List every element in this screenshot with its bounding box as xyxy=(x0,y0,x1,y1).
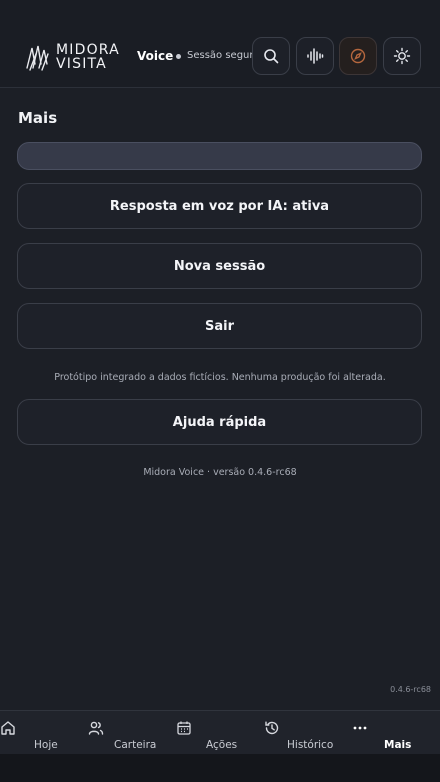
build-tag: 0.4.6-rc68 xyxy=(390,685,431,694)
waveform-icon xyxy=(307,48,324,64)
nav-item-carteira[interactable]: Carteira xyxy=(80,711,160,755)
midora-visita-logo[interactable]: MIDORA VISITA xyxy=(24,40,124,74)
new-session-button[interactable]: Nova sessão xyxy=(17,243,422,289)
secure-status-dot xyxy=(176,54,181,59)
page-title: Mais xyxy=(18,109,58,127)
ai-voice-response-toggle[interactable]: Resposta em voz por IA: ativa xyxy=(17,183,422,229)
explore-button[interactable] xyxy=(339,37,377,75)
nav-label-historico: Histórico xyxy=(287,739,334,751)
search-input[interactable] xyxy=(17,142,422,170)
nav-item-hoje[interactable]: Hoje xyxy=(0,711,70,755)
compass-icon xyxy=(350,48,366,64)
quick-help-button[interactable]: Ajuda rápida xyxy=(17,399,422,445)
history-icon xyxy=(265,721,279,735)
app-header: MIDORA VISITA Voice Sessão segura xyxy=(0,0,440,88)
nav-label-hoje: Hoje xyxy=(34,739,58,751)
logo-wordmark: MIDORA VISITA xyxy=(56,43,120,71)
search-button[interactable] xyxy=(252,37,290,75)
sun-icon xyxy=(393,47,411,65)
calendar-icon xyxy=(177,721,191,735)
nav-label-mais: Mais xyxy=(384,739,412,751)
home-icon xyxy=(1,721,15,735)
system-bottom-bar xyxy=(0,754,440,782)
logo-line-2: VISITA xyxy=(56,56,107,72)
secure-session-label: Sessão segura xyxy=(187,50,260,61)
voice-input-button[interactable] xyxy=(296,37,334,75)
prototype-note: Protótipo integrado a dados fictícios. N… xyxy=(54,372,386,383)
logo-line-1: MIDORA xyxy=(56,42,120,58)
nav-label-carteira: Carteira xyxy=(114,739,157,751)
nav-item-mais[interactable]: Mais xyxy=(350,711,430,755)
bottom-navigation: Hoje Carteira Ações Histórico Mais xyxy=(0,710,440,754)
users-icon xyxy=(88,721,104,735)
nav-item-historico[interactable]: Histórico xyxy=(256,711,336,755)
more-icon xyxy=(353,726,367,730)
nav-label-acoes: Ações xyxy=(206,739,238,751)
nav-item-acoes[interactable]: Ações xyxy=(170,711,240,755)
theme-toggle-button[interactable] xyxy=(383,37,421,75)
version-text: Midora Voice · versão 0.4.6-rc68 xyxy=(143,467,297,478)
mode-label: Voice xyxy=(137,49,174,63)
logout-button[interactable]: Sair xyxy=(17,303,422,349)
logo-mark-icon xyxy=(26,45,49,71)
search-icon xyxy=(264,49,279,64)
